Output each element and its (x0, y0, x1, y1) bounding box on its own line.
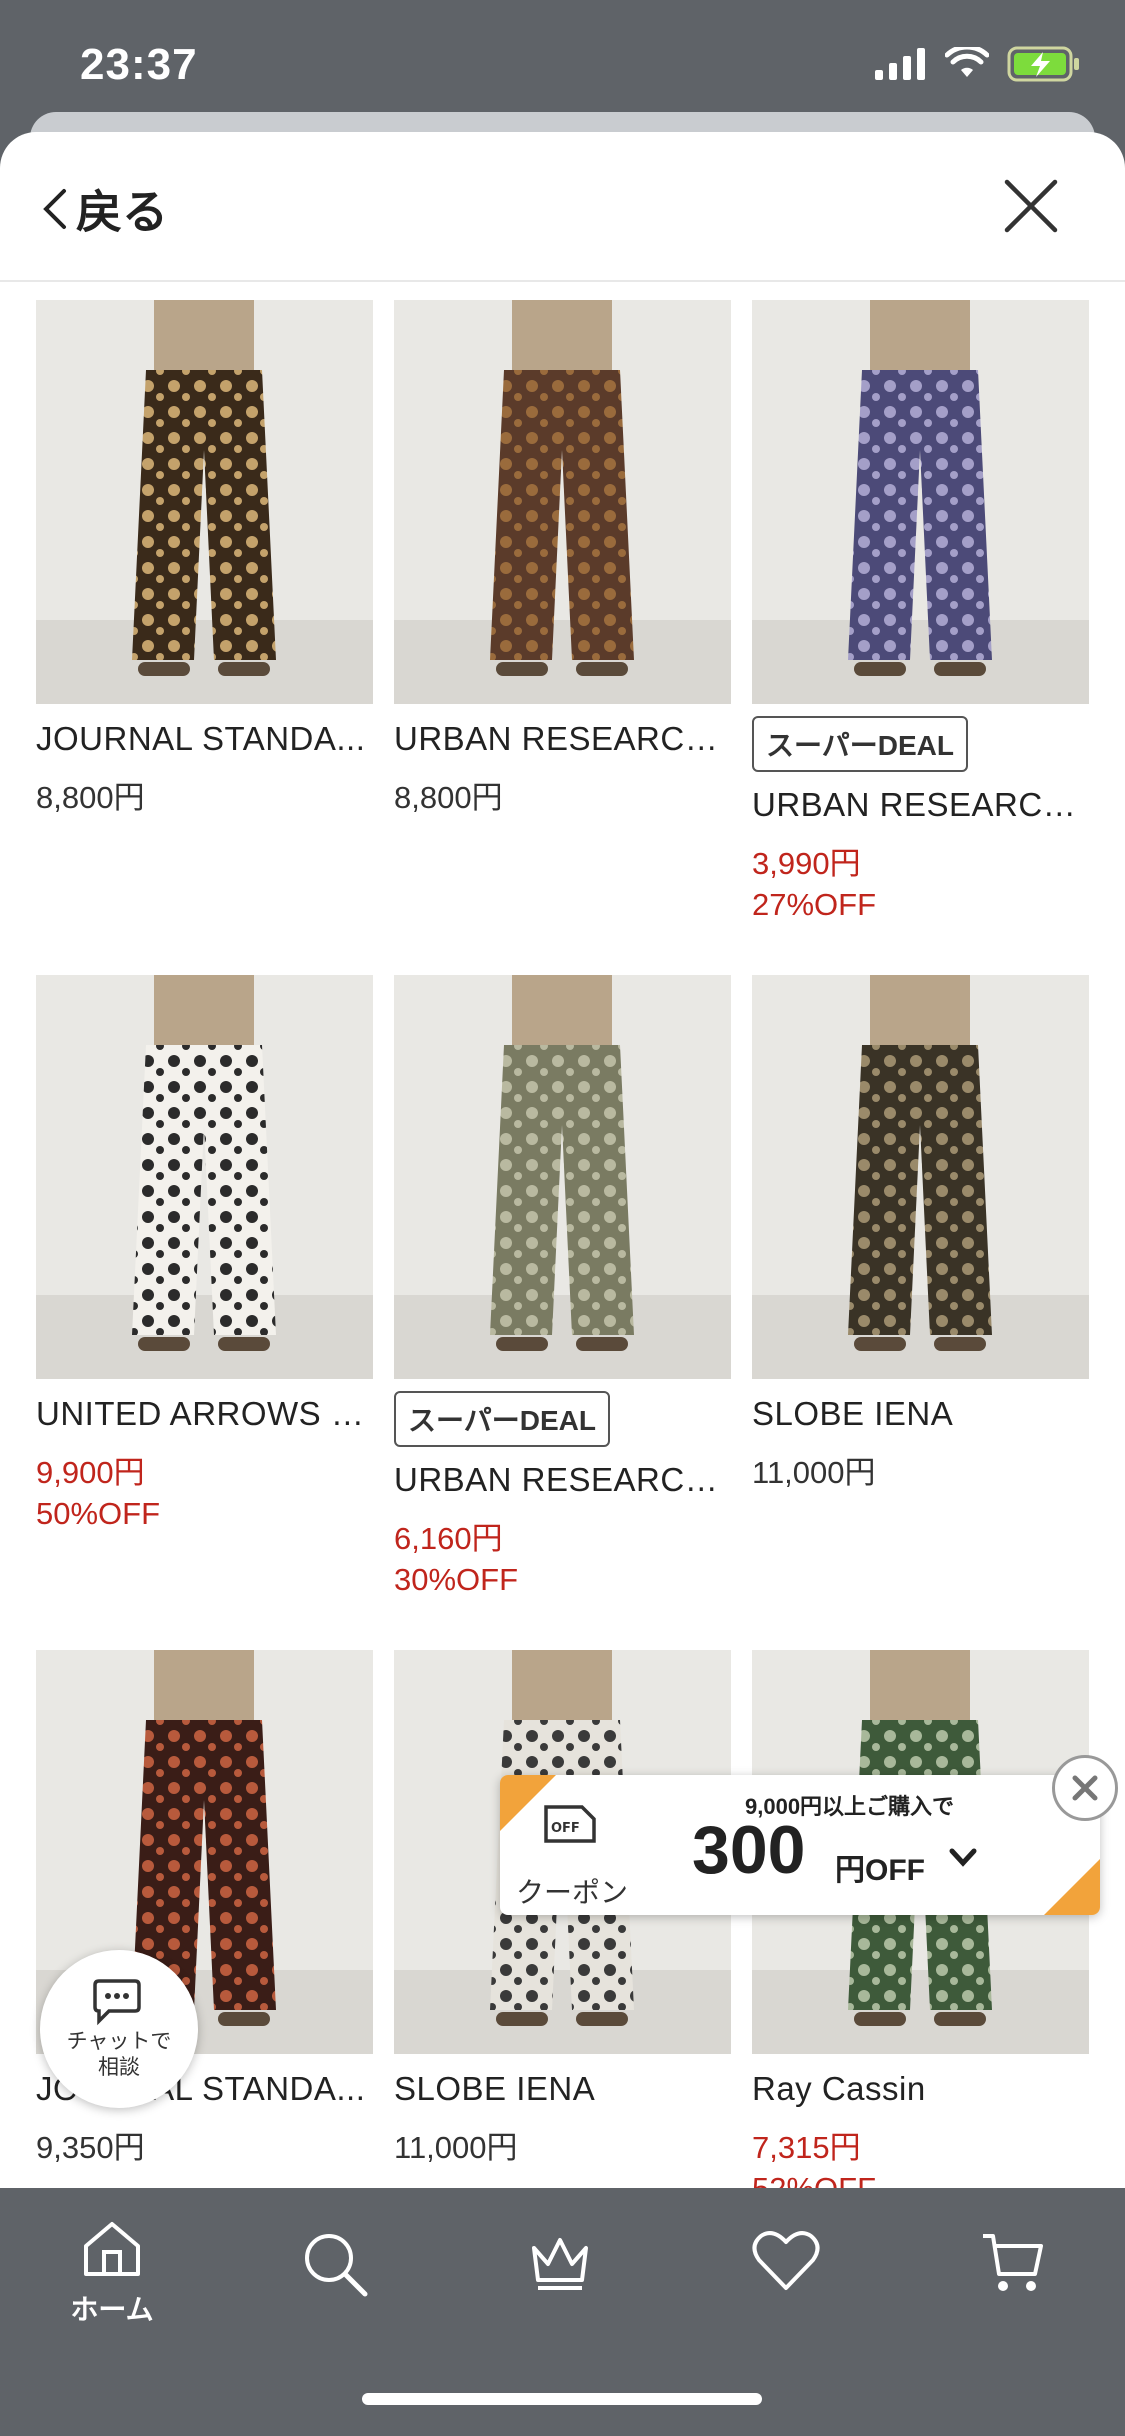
person-white-black-floral-photo (36, 975, 373, 1379)
super-deal-badge: スーパーDEAL (752, 716, 968, 772)
cart-icon (983, 2234, 1043, 2291)
crown-icon (532, 2238, 588, 2290)
product-price: 8,800円 (394, 780, 503, 815)
coupon-corner-accent (1044, 1859, 1100, 1915)
product-image (394, 975, 731, 1379)
discount-label: 30%OFF (394, 1562, 519, 1597)
product-price: 8,800円 (36, 780, 145, 815)
product-image (36, 300, 373, 704)
product-image (36, 975, 373, 1379)
chevron-left-icon (43, 189, 66, 229)
battery-charging-icon (1007, 46, 1079, 82)
product-brand: URBAN RESEARCH... (752, 786, 1089, 823)
person-on-stool-purple-floral-photo (752, 300, 1089, 704)
product-brand: URBAN RESEARCH... (394, 1461, 731, 1498)
chat-label-line2: 相談 (98, 2056, 140, 2079)
search-icon (305, 2234, 368, 2297)
discount-label: 27%OFF (752, 887, 877, 922)
status-time: 23:37 (80, 40, 198, 89)
tab-home[interactable]: ホーム (52, 2218, 172, 2328)
product-price: 9,350円 (36, 2130, 145, 2165)
product-price: 9,900円 (36, 1455, 145, 1490)
chat-consult-button[interactable]: チャットで 相談 (40, 1950, 198, 2108)
close-icon (1072, 1775, 1098, 1801)
coupon-amount: 300 (692, 1812, 806, 1888)
chat-label-line1: チャットで (66, 2029, 172, 2053)
heart-icon (752, 2231, 820, 2290)
coupon-close-button[interactable] (1052, 1755, 1118, 1821)
chat-bubble-icon (93, 1979, 141, 2025)
coupon-unit: 円OFF (835, 1854, 925, 1887)
coupon-banner[interactable]: OFF クーポン 9,000円以上ご購入で 300 円OFF (500, 1775, 1100, 1915)
product-brand: UNITED ARROWS L... (36, 1395, 373, 1432)
product-brand: JOURNAL STANDA... (36, 720, 366, 757)
back-button[interactable]: 戻る (40, 176, 168, 242)
product-card[interactable]: スーパーDEAL URBAN RESEARCH... 6,160円 30%OFF (394, 975, 731, 1598)
tab-search[interactable] (276, 2230, 396, 2300)
discount-label: 50%OFF (36, 1496, 161, 1531)
product-price: 11,000円 (752, 1455, 876, 1490)
svg-text:OFF: OFF (551, 1821, 580, 1836)
product-card[interactable]: スーパーDEAL URBAN RESEARCH... 3,990円 27%OFF (752, 300, 1089, 923)
product-brand: SLOBE IENA (752, 1395, 954, 1432)
product-card[interactable]: JOURNAL STANDA... 8,800円 (36, 300, 373, 817)
product-price: 7,315円 (752, 2130, 861, 2165)
tab-favorites[interactable] (726, 2230, 846, 2292)
product-image (752, 975, 1089, 1379)
product-card[interactable]: URBAN RESEARCH... 8,800円 (394, 300, 731, 817)
coupon-label: クーポン (516, 1877, 629, 1908)
hanger-khaki-print-pants-photo (394, 975, 731, 1379)
tab-home-label: ホーム (70, 2294, 154, 2325)
wifi-icon (945, 47, 989, 77)
signal-icon (875, 48, 925, 80)
product-price: 6,160円 (394, 1521, 503, 1556)
product-image (752, 300, 1089, 704)
product-brand: Ray Cassin (752, 2070, 926, 2107)
product-brand: URBAN RESEARCH... (394, 720, 731, 757)
tab-ranking[interactable] (500, 2230, 620, 2294)
product-card[interactable]: UNITED ARROWS L... 9,900円 50%OFF (36, 975, 373, 1532)
product-image (394, 300, 731, 704)
chevron-down-icon (949, 1848, 977, 1867)
status-icons (875, 46, 1081, 82)
home-icon (84, 2222, 140, 2276)
product-price: 3,990円 (752, 846, 861, 881)
home-indicator (362, 2393, 762, 2405)
close-icon[interactable] (1003, 178, 1059, 234)
status-bar: 23:37 (0, 0, 1125, 130)
product-price: 11,000円 (394, 2130, 518, 2165)
coupon-ticket-icon: OFF (544, 1805, 596, 1843)
product-brand: SLOBE IENA (394, 2070, 596, 2107)
product-card[interactable]: SLOBE IENA 11,000円 (752, 975, 1089, 1492)
product-card[interactable]: Ray Cassin 7,315円 52%OFF (752, 1650, 1089, 2190)
tab-cart[interactable] (952, 2230, 1072, 2296)
person-olive-floral-flare-photo (752, 975, 1089, 1379)
person-dark-floral-pants-photo (36, 300, 373, 704)
sheet-header: 戻る (0, 132, 1125, 282)
person-brown-floral-pants-photo (394, 300, 731, 704)
back-label: 戻る (76, 186, 168, 238)
super-deal-badge: スーパーDEAL (394, 1391, 610, 1447)
